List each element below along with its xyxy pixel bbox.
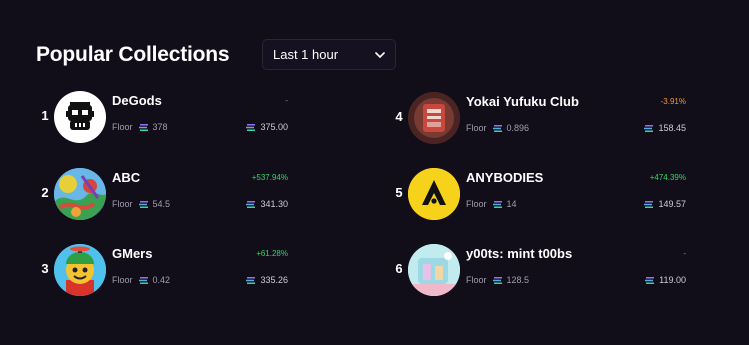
price-change: - bbox=[285, 96, 288, 105]
rank-number: 1 bbox=[41, 108, 49, 123]
collection-item[interactable]: 3 GMers Floor 0.42 +61.28% 335.26 bbox=[40, 241, 288, 301]
rank-number: 6 bbox=[395, 261, 403, 276]
solana-icon bbox=[645, 276, 655, 284]
solana-icon bbox=[492, 124, 502, 132]
floor-price: Floor 0.896 bbox=[466, 123, 529, 133]
floor-label: Floor bbox=[466, 199, 487, 209]
price-change: +61.28% bbox=[256, 249, 288, 258]
solana-icon bbox=[138, 276, 148, 284]
floor-price: Floor 14 bbox=[466, 199, 517, 209]
floor-value: 378 bbox=[152, 122, 168, 132]
price-change: +537.94% bbox=[251, 173, 288, 182]
collection-avatar[interactable] bbox=[408, 244, 460, 296]
volume-value: 158.45 bbox=[658, 123, 686, 133]
price-change: -3.91% bbox=[660, 97, 686, 106]
page-title: Popular Collections bbox=[36, 43, 230, 66]
collection-name[interactable]: ANYBODIES bbox=[466, 170, 543, 185]
volume-value: 149.57 bbox=[658, 199, 686, 209]
collection-avatar[interactable] bbox=[54, 91, 106, 143]
rank-number: 3 bbox=[41, 261, 49, 276]
collection-item[interactable]: 1 DeGods Floor 378 - 375.00 bbox=[40, 88, 288, 148]
collection-name[interactable]: y00ts: mint t00bs bbox=[466, 246, 572, 261]
chevron-down-icon bbox=[375, 52, 385, 58]
time-filter-value: Last 1 hour bbox=[273, 47, 339, 62]
colorful-art-icon bbox=[54, 168, 106, 220]
collection-item[interactable]: 4 Yokai Yufuku Club Floor 0.896 -3.91% 1… bbox=[394, 89, 686, 149]
floor-label: Floor bbox=[466, 123, 487, 133]
floor-value: 54.5 bbox=[152, 199, 171, 209]
floor-label: Floor bbox=[112, 275, 133, 285]
floor-price: Floor 378 bbox=[112, 122, 168, 132]
floor-value: 128.5 bbox=[506, 275, 530, 285]
solana-icon bbox=[246, 200, 256, 208]
floor-value: 14 bbox=[506, 199, 517, 209]
floor-value: 0.42 bbox=[152, 275, 171, 285]
price-change: +474.39% bbox=[649, 173, 686, 182]
rank-number: 4 bbox=[395, 109, 403, 124]
solana-icon bbox=[644, 124, 654, 132]
collection-item[interactable]: 6 y00ts: mint t00bs Floor 128.5 - 119.00 bbox=[394, 241, 686, 301]
volume: 158.45 bbox=[644, 123, 686, 133]
volume: 341.30 bbox=[246, 199, 288, 209]
volume-value: 375.00 bbox=[260, 122, 288, 132]
solana-icon bbox=[246, 123, 256, 131]
collection-name[interactable]: Yokai Yufuku Club bbox=[466, 94, 579, 109]
floor-price: Floor 128.5 bbox=[466, 275, 529, 285]
collection-name[interactable]: DeGods bbox=[112, 93, 162, 108]
volume: 375.00 bbox=[246, 122, 288, 132]
volume-value: 341.30 bbox=[260, 199, 288, 209]
collection-item[interactable]: 2 ABC Floor 54.5 +537.94% 341.30 bbox=[40, 165, 288, 225]
red-yokai-art-icon bbox=[408, 92, 460, 144]
solana-icon bbox=[492, 200, 502, 208]
solana-icon bbox=[138, 200, 148, 208]
volume-value: 335.26 bbox=[260, 275, 288, 285]
collection-name[interactable]: ABC bbox=[112, 170, 140, 185]
skull-logo-icon bbox=[66, 102, 94, 130]
volume-value: 119.00 bbox=[659, 275, 686, 285]
yellow-a-logo-icon bbox=[408, 168, 460, 220]
collection-item[interactable]: 5 ANYBODIES Floor 14 +474.39% 149.57 bbox=[394, 165, 686, 225]
floor-price: Floor 54.5 bbox=[112, 199, 170, 209]
floor-label: Floor bbox=[466, 275, 487, 285]
collection-avatar[interactable] bbox=[408, 168, 460, 220]
collection-avatar[interactable] bbox=[54, 244, 106, 296]
rank-number: 2 bbox=[41, 185, 49, 200]
collection-avatar[interactable] bbox=[408, 92, 460, 144]
floor-label: Floor bbox=[112, 199, 133, 209]
section-header: Popular Collections bbox=[36, 38, 230, 72]
collection-avatar[interactable] bbox=[54, 168, 106, 220]
volume: 335.26 bbox=[246, 275, 288, 285]
solana-icon bbox=[138, 123, 148, 131]
cartoon-character-icon bbox=[54, 244, 106, 296]
volume: 119.00 bbox=[645, 275, 686, 285]
rank-number: 5 bbox=[395, 185, 403, 200]
floor-value: 0.896 bbox=[506, 123, 530, 133]
volume: 149.57 bbox=[644, 199, 686, 209]
floor-price: Floor 0.42 bbox=[112, 275, 170, 285]
solana-icon bbox=[644, 200, 654, 208]
solana-icon bbox=[246, 276, 256, 284]
time-filter-dropdown[interactable]: Last 1 hour bbox=[262, 39, 396, 70]
pastel-scene-icon bbox=[408, 244, 460, 296]
solana-icon bbox=[492, 276, 502, 284]
collection-name[interactable]: GMers bbox=[112, 246, 152, 261]
floor-label: Floor bbox=[112, 122, 133, 132]
price-change: - bbox=[683, 249, 686, 258]
